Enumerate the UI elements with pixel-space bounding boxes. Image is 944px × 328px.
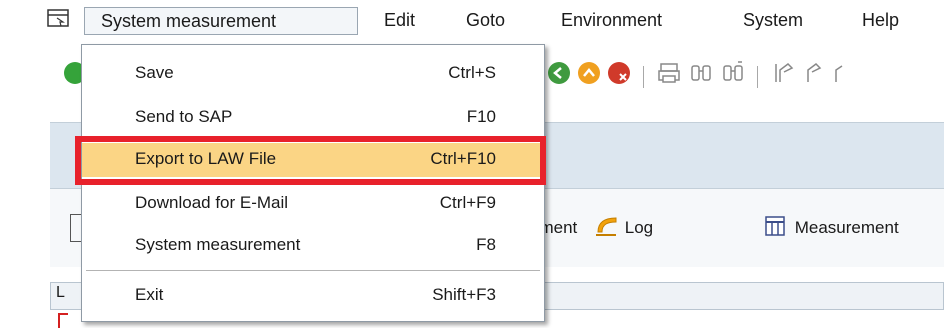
menu-item-system-measurement[interactable]: System measurement F8 — [82, 229, 544, 263]
menu-system[interactable]: System — [743, 7, 803, 35]
toolbar-separator — [643, 66, 644, 88]
first-page-icon[interactable] — [770, 60, 796, 86]
menu-environment[interactable]: Environment — [561, 7, 662, 35]
menu-item-label: Send to SAP — [135, 107, 233, 126]
cancel-icon[interactable] — [606, 60, 632, 86]
print-icon[interactable] — [656, 60, 682, 86]
menu-item-download-for-email[interactable]: Download for E-Mail Ctrl+F9 — [82, 187, 544, 221]
menu-item-shortcut: F10 — [466, 107, 496, 126]
window-menu-icon[interactable] — [47, 9, 69, 29]
menu-item-exit[interactable]: Exit Shift+F3 — [82, 279, 544, 313]
log-icon — [596, 217, 617, 236]
measurement-button-label: Measurement — [794, 218, 899, 237]
toolbar-separator — [757, 66, 758, 88]
exit-icon[interactable] — [576, 60, 602, 86]
menu-item-label: Exit — [135, 285, 164, 304]
find-icon[interactable] — [688, 60, 714, 86]
find-next-icon[interactable] — [720, 60, 746, 86]
menu-item-label: System measurement — [135, 235, 301, 254]
grid-selection-marker — [58, 313, 68, 328]
table-icon — [765, 216, 785, 236]
menu-bar: System measurement Edit Goto Environment… — [0, 0, 944, 42]
menu-separator — [86, 270, 540, 271]
highlight-annotation-box — [75, 136, 546, 185]
log-button[interactable]: Log — [594, 214, 653, 242]
menu-goto[interactable]: Goto — [466, 7, 505, 35]
menu-item-shortcut: Ctrl+S — [448, 63, 496, 82]
menu-edit[interactable]: Edit — [384, 7, 415, 35]
menu-item-shortcut: F8 — [476, 235, 496, 254]
menu-system-measurement[interactable]: System measurement — [84, 7, 358, 35]
menu-item-save[interactable]: Save Ctrl+S — [82, 57, 544, 91]
menu-item-send-to-sap[interactable]: Send to SAP F10 — [82, 101, 544, 135]
menu-help[interactable]: Help — [862, 7, 899, 35]
log-button-label: Log — [624, 218, 654, 237]
grid-header-label: L — [56, 284, 65, 301]
previous-page-icon[interactable] — [800, 60, 826, 86]
back-icon[interactable] — [546, 60, 572, 86]
menu-item-shortcut: Ctrl+F9 — [439, 193, 496, 212]
next-page-icon[interactable] — [830, 60, 850, 86]
menu-item-label: Save — [135, 63, 174, 82]
menu-item-label: Download for E-Mail — [135, 193, 289, 212]
measurement-button[interactable]: Measurement — [764, 214, 899, 242]
menu-item-shortcut: Shift+F3 — [432, 285, 496, 304]
